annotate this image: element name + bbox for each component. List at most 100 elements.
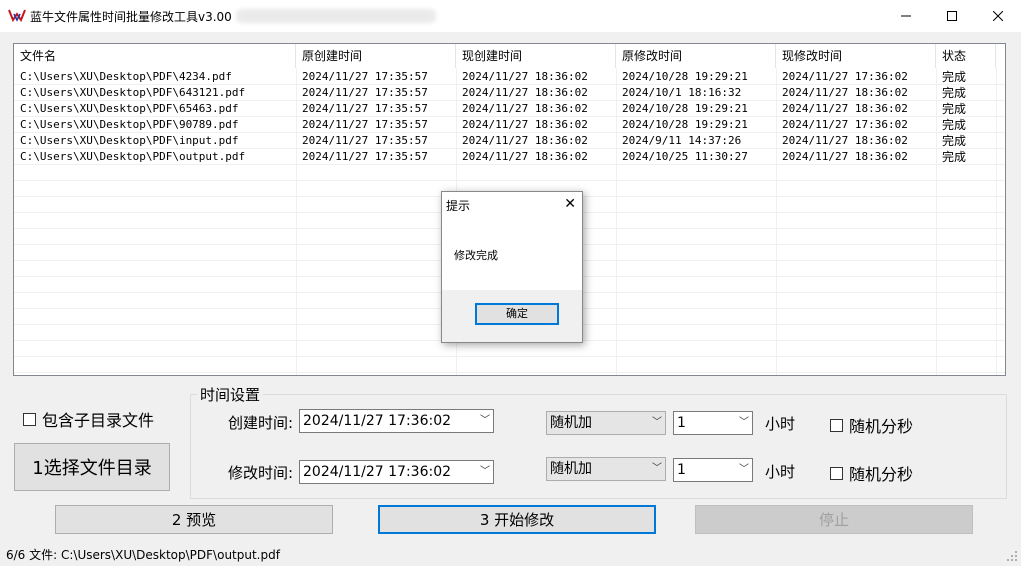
select-directory-button[interactable]: 1选择文件目录 xyxy=(14,443,170,491)
table-cell: 2024/9/11 14:37:26 xyxy=(622,134,742,147)
minimize-icon xyxy=(901,15,911,17)
table-cell: 2024/10/28 19:29:21 xyxy=(622,102,748,115)
table-cell: 完成 xyxy=(942,70,967,84)
table-cell: 2024/11/27 18:36:02 xyxy=(782,86,908,99)
table-cell: 2024/11/27 17:35:57 xyxy=(302,86,428,99)
column-header-new-modify[interactable]: 现修改时间 xyxy=(776,44,936,68)
modify-mode-select[interactable]: 随机加 ﹀ xyxy=(546,457,666,481)
checkbox-box[interactable] xyxy=(23,412,36,426)
dialog-close-icon[interactable]: ✕ xyxy=(564,196,576,212)
create-time-value: 2024/11/27 17:36:02 xyxy=(303,413,452,429)
table-cell: 2024/11/27 17:36:02 xyxy=(782,118,908,131)
dialog-footer: 确定 xyxy=(442,290,582,342)
modify-time-label: 修改时间: xyxy=(228,464,294,482)
table-cell: 完成 xyxy=(942,102,967,116)
create-amount-select[interactable]: 1 ﹀ xyxy=(673,411,753,435)
table-cell: C:\Users\XU\Desktop\PDF\output.pdf xyxy=(20,150,246,163)
chevron-down-icon[interactable]: ﹀ xyxy=(652,458,662,480)
table-cell: 完成 xyxy=(942,86,967,100)
window-title: 蓝牛文件属性时间批量修改工具v3.00 xyxy=(30,10,232,24)
column-header-orig-modify[interactable]: 原修改时间 xyxy=(616,44,776,68)
dialog-message: 修改完成 xyxy=(454,249,498,262)
dialog-title: 提示 xyxy=(446,199,471,213)
table-cell: 2024/11/27 17:35:57 xyxy=(302,134,428,147)
table-cell: 2024/11/27 18:36:02 xyxy=(462,86,588,99)
blurred-title-area xyxy=(236,9,436,23)
table-cell: 2024/10/25 11:30:27 xyxy=(622,150,748,163)
grid-line xyxy=(14,356,1005,357)
create-hours-label: 小时 xyxy=(765,415,796,433)
resize-grip-icon[interactable] xyxy=(1006,550,1018,562)
create-time-picker[interactable]: 2024/11/27 17:36:02 ﹀ xyxy=(299,409,494,433)
create-random-minsec-label: 随机分秒 xyxy=(849,417,914,436)
table-cell: 2024/11/27 18:36:02 xyxy=(462,118,588,131)
include-subdirs-checkbox[interactable]: 包含子目录文件 xyxy=(23,407,154,431)
checkbox-box[interactable] xyxy=(830,466,843,480)
table-cell: 2024/11/27 17:35:57 xyxy=(302,70,428,83)
table-cell: 2024/11/27 18:36:02 xyxy=(782,102,908,115)
table-cell: 2024/11/27 17:35:57 xyxy=(302,150,428,163)
table-cell: 2024/11/27 18:36:02 xyxy=(462,150,588,163)
create-mode-value: 随机加 xyxy=(550,415,592,431)
column-header-new-create[interactable]: 现创建时间 xyxy=(456,44,616,68)
chevron-down-icon[interactable]: ﹀ xyxy=(739,459,749,481)
modify-random-minsec-label: 随机分秒 xyxy=(849,465,914,484)
table-cell: C:\Users\XU\Desktop\PDF\65463.pdf xyxy=(20,102,239,115)
info-dialog: 提示 ✕ 修改完成 确定 xyxy=(441,191,583,343)
include-subdirs-label: 包含子目录文件 xyxy=(42,411,155,430)
grid-line xyxy=(996,68,997,375)
column-header-status[interactable]: 状态 xyxy=(936,44,996,68)
close-button[interactable] xyxy=(975,0,1021,32)
column-header-orig-create[interactable]: 原创建时间 xyxy=(296,44,456,68)
dialog-ok-button[interactable]: 确定 xyxy=(475,303,559,325)
modify-mode-value: 随机加 xyxy=(550,461,592,477)
checkbox-box[interactable] xyxy=(830,418,843,432)
chevron-down-icon[interactable]: ﹀ xyxy=(652,412,662,434)
status-text: 6/6 文件: C:\Users\XU\Desktop\PDF\output.p… xyxy=(6,548,280,562)
start-modify-button[interactable]: 3 开始修改 xyxy=(378,505,656,534)
stop-button[interactable]: 停止 xyxy=(695,505,973,534)
minimize-button[interactable] xyxy=(883,0,929,32)
table-cell: 2024/10/28 19:29:21 xyxy=(622,118,748,131)
status-bar: 6/6 文件: C:\Users\XU\Desktop\PDF\output.p… xyxy=(0,544,1021,566)
time-settings-label: 时间设置 xyxy=(197,384,264,405)
chevron-down-icon[interactable]: ﹀ xyxy=(480,410,490,432)
modify-random-minsec-checkbox[interactable]: 随机分秒 xyxy=(830,461,913,485)
table-cell: C:\Users\XU\Desktop\PDF\4234.pdf xyxy=(20,70,232,83)
table-cell: 2024/11/27 17:35:57 xyxy=(302,102,428,115)
table-cell: 2024/10/1 18:16:32 xyxy=(622,86,742,99)
preview-button[interactable]: 2 预览 xyxy=(55,505,333,534)
table-cell: 2024/11/27 17:36:02 xyxy=(782,70,908,83)
table-cell: 2024/11/27 18:36:02 xyxy=(462,70,588,83)
table-cell: 2024/11/27 18:36:02 xyxy=(782,134,908,147)
title-bar: 蓝牛文件属性时间批量修改工具v3.00 xyxy=(0,0,1021,32)
modify-amount-value: 1 xyxy=(677,462,686,478)
maximize-button[interactable] xyxy=(929,0,975,32)
table-cell: C:\Users\XU\Desktop\PDF\643121.pdf xyxy=(20,86,246,99)
table-cell: 2024/11/27 18:36:02 xyxy=(782,150,908,163)
table-cell: C:\Users\XU\Desktop\PDF\90789.pdf xyxy=(20,118,239,131)
table-cell: 2024/10/28 19:29:21 xyxy=(622,70,748,83)
table-cell: 2024/11/27 17:35:57 xyxy=(302,118,428,131)
create-mode-select[interactable]: 随机加 ﹀ xyxy=(546,411,666,435)
chevron-down-icon[interactable]: ﹀ xyxy=(480,461,490,483)
close-icon xyxy=(993,11,1003,21)
table-cell: C:\Users\XU\Desktop\PDF\input.pdf xyxy=(20,134,239,147)
maximize-icon xyxy=(947,11,957,21)
grid-line xyxy=(14,180,1005,181)
modify-amount-select[interactable]: 1 ﹀ xyxy=(673,458,753,482)
create-amount-value: 1 xyxy=(677,415,686,431)
column-header-filename[interactable]: 文件名 xyxy=(14,44,296,68)
create-time-label: 创建时间: xyxy=(228,414,294,432)
table-cell: 2024/11/27 18:36:02 xyxy=(462,134,588,147)
modify-time-value: 2024/11/27 17:36:02 xyxy=(303,464,452,480)
table-cell: 完成 xyxy=(942,150,967,164)
create-random-minsec-checkbox[interactable]: 随机分秒 xyxy=(830,413,913,437)
chevron-down-icon[interactable]: ﹀ xyxy=(739,412,749,434)
app-logo-icon xyxy=(8,9,26,22)
modify-hours-label: 小时 xyxy=(765,463,796,481)
grid-line xyxy=(14,372,1005,373)
table-cell: 完成 xyxy=(942,118,967,132)
table-cell: 完成 xyxy=(942,134,967,148)
modify-time-picker[interactable]: 2024/11/27 17:36:02 ﹀ xyxy=(299,460,494,484)
